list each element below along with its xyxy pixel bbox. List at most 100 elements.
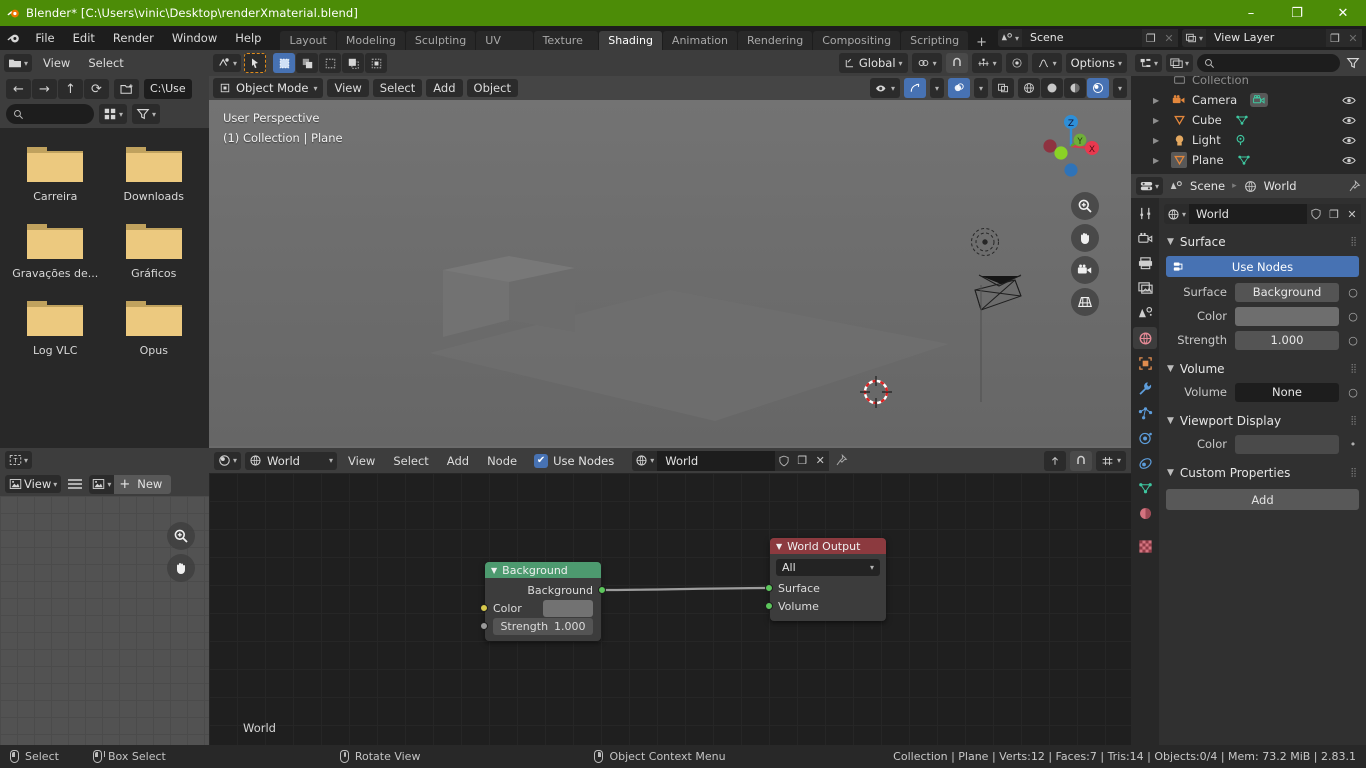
viewport-canvas[interactable]: User Perspective (1) Collection | Plane (209, 100, 1131, 446)
outliner-blendfile-icon[interactable]: ▾ (1166, 54, 1194, 72)
shader-unlink-button[interactable]: ✕ (811, 450, 830, 471)
wireframe-icon[interactable] (1017, 78, 1040, 98)
viewport-color-dot-icon[interactable]: • (1347, 438, 1359, 451)
viewlayer-datablock[interactable]: ▾ View Layer ❐ ✕ (1181, 29, 1362, 47)
properties-tab-tool[interactable] (1133, 202, 1157, 224)
world-unlink-button[interactable]: ✕ (1343, 204, 1361, 224)
scene-icon[interactable]: ▾ (997, 29, 1022, 47)
outliner-row-camera[interactable]: ▶ Camera (1131, 90, 1366, 110)
properties-tab-constraints[interactable] (1133, 452, 1157, 474)
workspace-tab-animation[interactable]: Animation (662, 31, 738, 50)
properties-editor-icon[interactable]: ▾ (1136, 177, 1164, 195)
color-swatch[interactable] (1235, 306, 1339, 326)
properties-tab-physics[interactable] (1133, 427, 1157, 449)
viewport-color-swatch[interactable] (1235, 434, 1339, 454)
panel-header-surface[interactable]: ▼ Surface ⣿ (1159, 232, 1366, 252)
select-new-icon[interactable] (273, 53, 296, 73)
new-folder-icon[interactable] (114, 79, 139, 99)
add-custom-property-button[interactable]: Add (1166, 489, 1359, 510)
surface-animate-icon[interactable]: ○ (1347, 286, 1359, 299)
gizmo-icon[interactable] (903, 78, 926, 98)
maximize-button[interactable]: ❐ (1274, 0, 1320, 26)
new-image-plus-icon[interactable]: + (114, 477, 135, 492)
editor-type-selector[interactable]: ▾ (4, 54, 33, 72)
viewlayer-name[interactable]: View Layer (1206, 29, 1326, 47)
nav-parent-button[interactable]: ↑ (58, 79, 83, 99)
menu-render[interactable]: Render (104, 26, 163, 50)
file-item[interactable]: Gravações de... (6, 219, 105, 280)
select-intersect-icon[interactable] (365, 53, 388, 73)
shader-shield-icon[interactable] (775, 450, 794, 471)
menu-view[interactable]: View (36, 54, 77, 72)
node-world-output[interactable]: ▼ World Output All ▾ Surface Volume (765, 538, 886, 621)
add-workspace-button[interactable]: + (969, 35, 994, 50)
strength-value-field[interactable]: 1.000 (1235, 330, 1339, 350)
tweak-tool-icon[interactable] (244, 53, 267, 73)
properties-tab-scene[interactable] (1133, 302, 1157, 324)
select-extend-icon[interactable] (296, 53, 319, 73)
strength-animate-icon[interactable]: ○ (1347, 334, 1359, 347)
display-mode-icon[interactable]: ▾ (99, 104, 128, 124)
image-view-mode-dropdown[interactable]: View ▾ (5, 475, 62, 493)
file-item[interactable]: Downloads (105, 142, 204, 203)
scene-unlink-button[interactable]: ✕ (1159, 29, 1178, 47)
file-path-field[interactable]: C:\Use (144, 79, 192, 99)
node-input-surface[interactable]: Surface (765, 579, 886, 597)
outliner-display-icon[interactable]: ▾ (1135, 54, 1163, 72)
viewlayer-icon[interactable]: ▾ (1181, 29, 1206, 47)
properties-tab-particles[interactable] (1133, 402, 1157, 424)
options-dropdown[interactable]: Options ▾ (1065, 53, 1127, 73)
properties-tab-view-layer[interactable] (1133, 277, 1157, 299)
node-input-strength[interactable]: Strength 1.000 (480, 617, 601, 635)
camera-view-icon[interactable] (1071, 256, 1099, 284)
workspace-tab-texture-paint[interactable]: Texture Paint (533, 31, 599, 66)
camera-data-icon[interactable] (1250, 93, 1269, 107)
workspace-tab-rendering[interactable]: Rendering (738, 31, 813, 50)
pin-icon[interactable] (829, 454, 854, 467)
shader-world-name[interactable]: World (657, 450, 776, 471)
shader-use-nodes-toggle[interactable]: ✔ Use Nodes (534, 453, 614, 468)
node-header[interactable]: ▼ World Output (770, 538, 886, 554)
surface-value-dropdown[interactable]: Background (1235, 282, 1339, 302)
toggle-ortho-icon[interactable] (1071, 288, 1099, 316)
snap-mode-dropdown[interactable]: ▾ (971, 53, 1002, 73)
properties-tab-world[interactable] (1133, 327, 1157, 349)
node-output-background[interactable]: Background (485, 581, 606, 599)
rendered-icon[interactable] (1086, 78, 1109, 98)
scene-copy-button[interactable]: ❐ (1141, 29, 1160, 47)
node-strength-field[interactable]: Strength 1.000 (493, 617, 593, 635)
hamburger-icon[interactable] (67, 478, 83, 490)
shader-menu-select[interactable]: Select (386, 452, 435, 470)
snap-increment-icon[interactable]: ▾ (1095, 450, 1126, 471)
file-item[interactable]: Gráficos (105, 219, 204, 280)
breadcrumb-scene-label[interactable]: Scene (1190, 179, 1225, 193)
new-image-button[interactable]: New (135, 477, 171, 491)
workspace-tab-scripting[interactable]: Scripting (901, 31, 969, 50)
nav-back-button[interactable]: ← (6, 79, 31, 99)
shader-menu-view[interactable]: View (341, 452, 382, 470)
menu-select[interactable]: Select (81, 54, 130, 72)
pan-hand-icon[interactable] (1071, 224, 1099, 252)
search-input[interactable] (6, 104, 94, 124)
zoom-icon[interactable] (167, 522, 195, 550)
minimize-button[interactable]: – (1228, 0, 1274, 26)
shader-menu-node[interactable]: Node (480, 452, 524, 470)
shader-menu-add[interactable]: Add (440, 452, 476, 470)
workspace-tab-sculpting[interactable]: Sculpting (405, 31, 476, 50)
overlays-icon[interactable] (947, 78, 970, 98)
filter-icon[interactable]: ▾ (132, 104, 161, 124)
breadcrumb-world-label[interactable]: World (1264, 179, 1297, 193)
world-datablock-name[interactable]: World (1189, 204, 1307, 224)
snap-magnet-icon[interactable] (1069, 450, 1092, 471)
workspace-tab-shading[interactable]: Shading (599, 31, 662, 50)
shader-node-canvas[interactable]: ▼ Background Background Color Strength 1… (209, 473, 1131, 745)
outliner-search-input[interactable] (1197, 54, 1340, 72)
eye-icon[interactable] (1342, 135, 1356, 146)
file-item[interactable]: Log VLC (6, 296, 105, 357)
shader-type-dropdown[interactable]: World ▾ (245, 451, 338, 470)
node-target-dropdown[interactable]: All ▾ (776, 559, 880, 576)
workspace-tab-layout[interactable]: Layout (280, 31, 336, 50)
socket-input-icon[interactable] (765, 584, 773, 592)
viewlayer-unlink-button[interactable]: ✕ (1344, 29, 1362, 47)
viewport-menu-select[interactable]: Select (372, 79, 423, 97)
